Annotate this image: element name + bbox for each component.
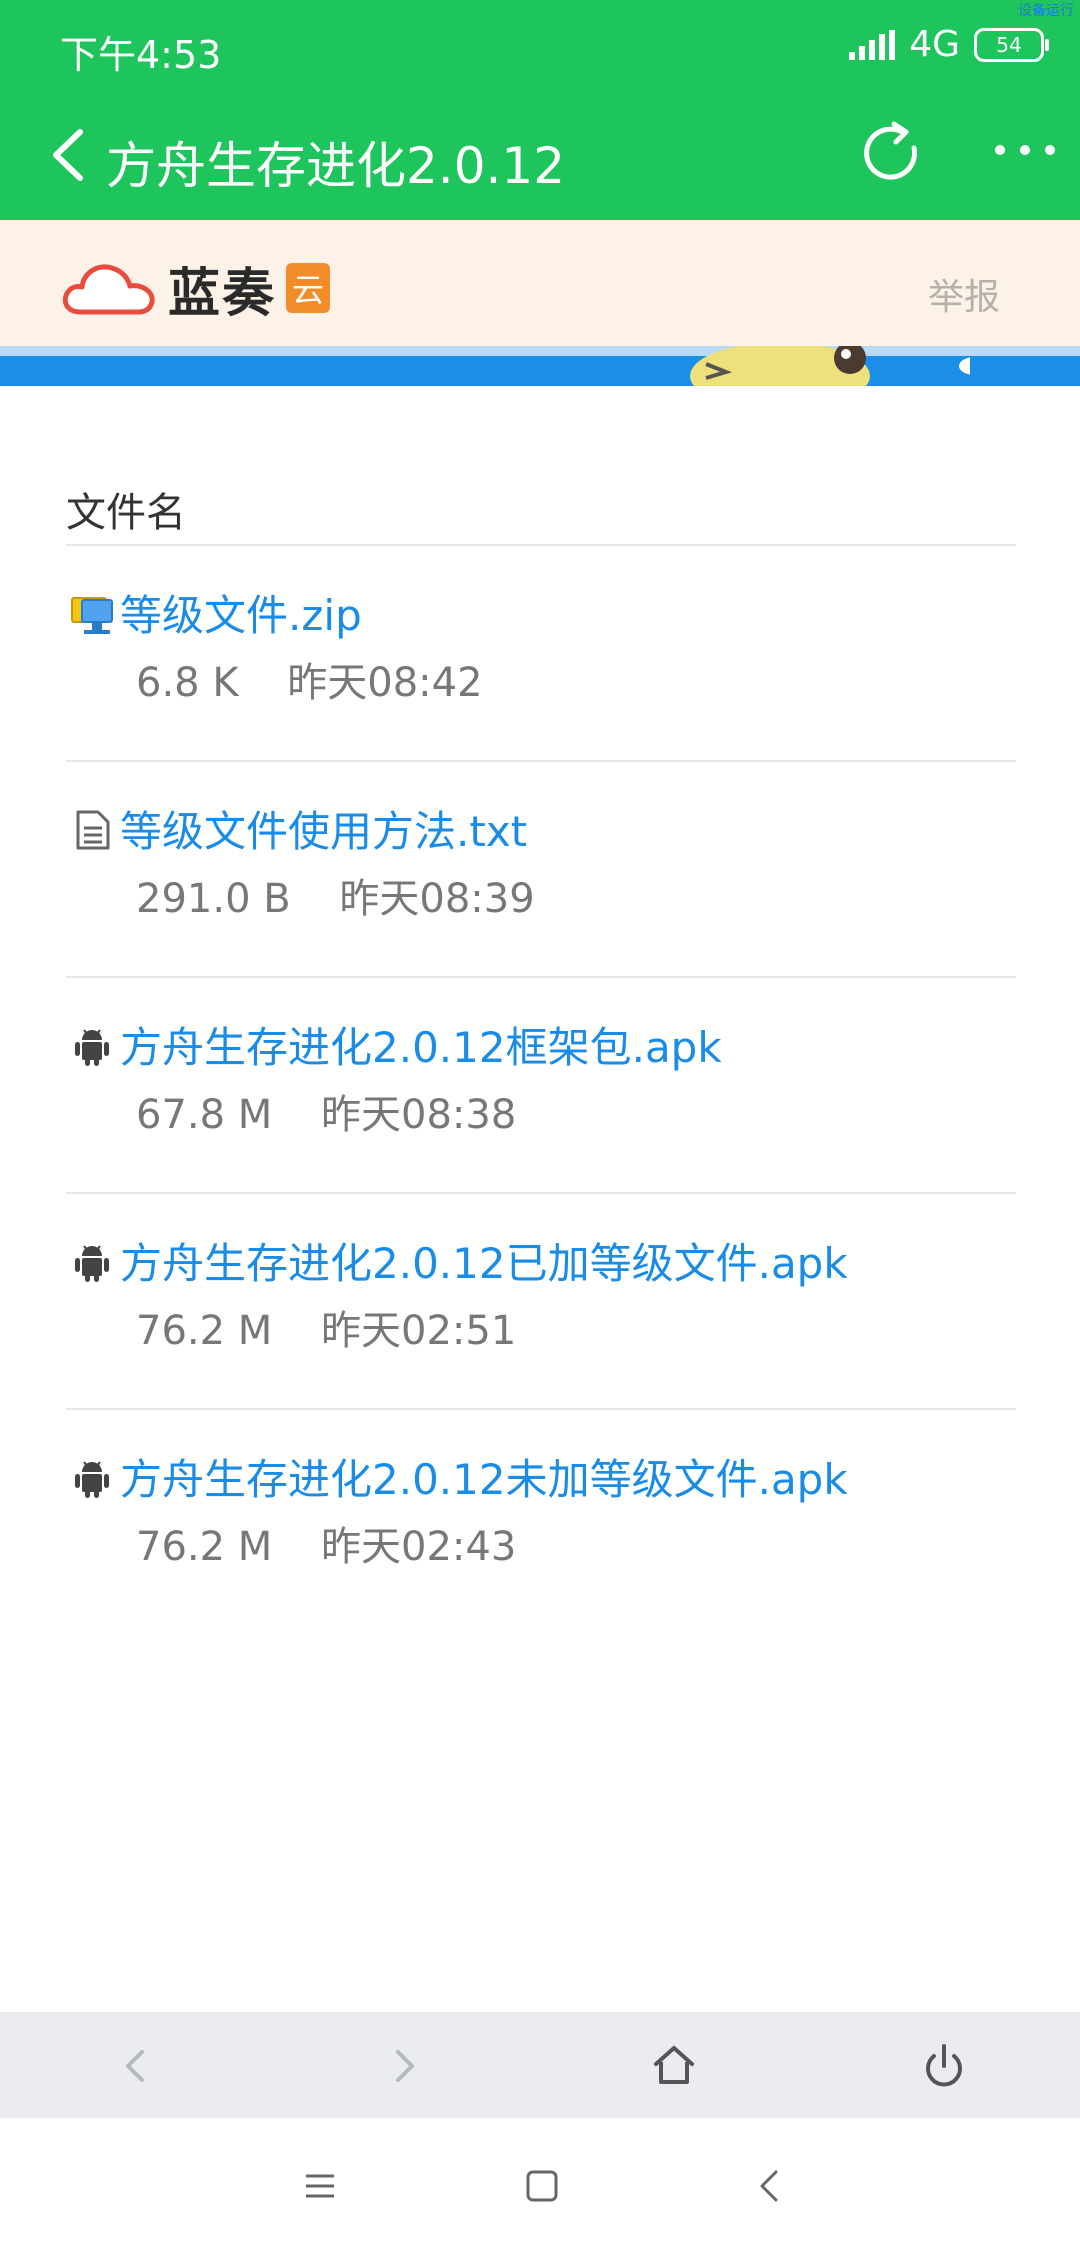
refresh-icon[interactable]: [856, 118, 928, 190]
file-name[interactable]: 方舟生存进化2.0.12框架包.apk: [120, 1014, 722, 1075]
mascot-icon: [690, 346, 970, 386]
signal-icon: [849, 29, 896, 60]
cloud-icon: [62, 264, 155, 315]
brand-name: 蓝奏: [168, 263, 277, 324]
status-bar: 下午4:53 设备运行 4G 54: [0, 0, 1080, 90]
site-header: 蓝奏 云 举报: [0, 220, 1080, 346]
file-name[interactable]: 方舟生存进化2.0.12未加等级文件.apk: [120, 1446, 848, 1507]
status-time: 下午4:53: [60, 33, 222, 77]
file-name[interactable]: 等级文件使用方法.txt: [120, 798, 527, 859]
more-dots-icon[interactable]: [990, 130, 1060, 170]
corner-tag: 设备运行: [1018, 3, 1074, 19]
text-file-icon: [76, 810, 110, 850]
menu-icon[interactable]: [290, 2156, 350, 2216]
android-icon: [75, 1245, 109, 1282]
file-item[interactable]: 方舟生存进化2.0.12已加等级文件.apk 76.2 M 昨天02:51: [66, 1194, 1016, 1410]
file-item[interactable]: 方舟生存进化2.0.12未加等级文件.apk 76.2 M 昨天02:43: [66, 1410, 1016, 1624]
file-list: 文件名 等级文件.zip 6.8 K 昨天08:42 等级文件使用方法.txt …: [66, 480, 1016, 1624]
home-icon[interactable]: [644, 2036, 704, 2096]
browser-back-icon[interactable]: [106, 2036, 166, 2096]
back-arrow-icon[interactable]: [40, 120, 100, 190]
file-size: 76.2 M: [136, 1308, 273, 1354]
file-time: 昨天08:39: [339, 876, 535, 922]
list-header: 文件名: [66, 480, 1016, 546]
home-square-icon[interactable]: [512, 2156, 572, 2216]
report-link[interactable]: 举报: [928, 268, 1000, 320]
file-meta: 76.2 M 昨天02:43: [136, 1514, 516, 1572]
brand-badge: 云: [286, 263, 331, 313]
file-meta: 291.0 B 昨天08:39: [136, 866, 535, 924]
zip-file-icon: [71, 597, 113, 634]
system-nav-bar: [0, 2118, 1080, 2248]
app-bar: 方舟生存进化2.0.12: [0, 90, 1080, 220]
file-time: 昨天08:42: [287, 660, 483, 706]
nav-back-icon[interactable]: [740, 2156, 800, 2216]
power-icon[interactable]: [914, 2036, 974, 2096]
file-meta: 67.8 M 昨天08:38: [136, 1082, 516, 1140]
file-size: 6.8 K: [136, 660, 239, 706]
android-icon: [75, 1029, 109, 1066]
network-type: 4G: [909, 24, 960, 65]
banner-strip: [0, 346, 1080, 386]
file-name[interactable]: 等级文件.zip: [120, 582, 362, 643]
file-time: 昨天02:51: [321, 1308, 517, 1354]
browser-forward-icon[interactable]: [374, 2036, 434, 2096]
file-item[interactable]: 等级文件使用方法.txt 291.0 B 昨天08:39: [66, 762, 1016, 978]
file-size: 67.8 M: [136, 1092, 273, 1138]
site-logo[interactable]: 蓝奏 云: [58, 256, 331, 324]
battery-icon: 54: [974, 27, 1049, 62]
file-item[interactable]: 等级文件.zip 6.8 K 昨天08:42: [66, 546, 1016, 762]
file-meta: 76.2 M 昨天02:51: [136, 1298, 516, 1356]
browser-toolbar: [0, 2012, 1080, 2118]
page-title: 方舟生存进化2.0.12: [106, 137, 566, 195]
file-name[interactable]: 方舟生存进化2.0.12已加等级文件.apk: [120, 1230, 848, 1291]
file-size: 291.0 B: [136, 876, 291, 922]
file-time: 昨天02:43: [321, 1524, 517, 1570]
file-item[interactable]: 方舟生存进化2.0.12框架包.apk 67.8 M 昨天08:38: [66, 978, 1016, 1194]
status-right: 4G 54: [849, 24, 1049, 65]
android-icon: [75, 1461, 109, 1498]
file-meta: 6.8 K 昨天08:42: [136, 650, 483, 708]
battery-level: 54: [996, 32, 1022, 57]
file-time: 昨天08:38: [321, 1092, 517, 1138]
file-size: 76.2 M: [136, 1524, 273, 1570]
